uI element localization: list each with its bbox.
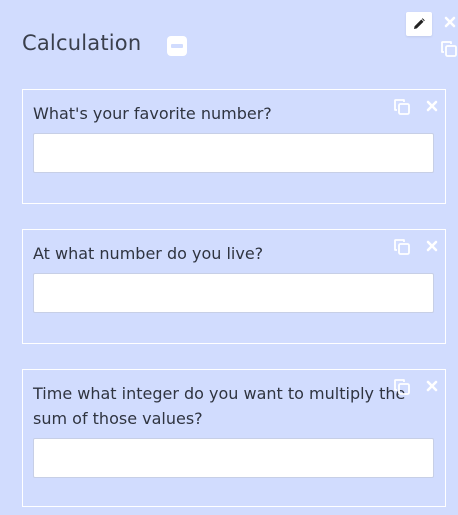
close-icon (426, 240, 438, 252)
close-icon (426, 380, 438, 392)
question-card: What's your favorite number? (22, 89, 446, 204)
copy-question-button[interactable] (393, 378, 411, 396)
question-label: Time what integer do you want to multipl… (33, 384, 406, 428)
answer-input[interactable] (33, 438, 434, 478)
question-card: Time what integer do you want to multipl… (22, 369, 446, 507)
delete-question-button[interactable] (426, 100, 438, 112)
close-icon (426, 100, 438, 112)
minus-icon (171, 44, 183, 48)
question-label: At what number do you live? (33, 244, 264, 263)
delete-question-button[interactable] (426, 240, 438, 252)
close-icon (444, 16, 456, 28)
edit-button[interactable] (406, 12, 432, 36)
copy-question-button[interactable] (393, 98, 411, 116)
pencil-icon (414, 18, 425, 29)
copy-section-button[interactable] (440, 40, 458, 58)
page-title: Calculation (22, 31, 142, 55)
copy-icon (394, 379, 410, 395)
answer-input[interactable] (33, 133, 434, 173)
question-card: At what number do you live? (22, 229, 446, 344)
answer-input[interactable] (33, 273, 434, 313)
copy-question-button[interactable] (393, 238, 411, 256)
collapse-button[interactable] (167, 36, 187, 56)
delete-section-button[interactable] (444, 16, 456, 28)
copy-icon (394, 239, 410, 255)
copy-icon (394, 99, 410, 115)
copy-icon (441, 41, 457, 57)
calculation-header: Calculation (0, 0, 458, 78)
question-label: What's your favorite number? (33, 104, 272, 123)
delete-question-button[interactable] (426, 380, 438, 392)
